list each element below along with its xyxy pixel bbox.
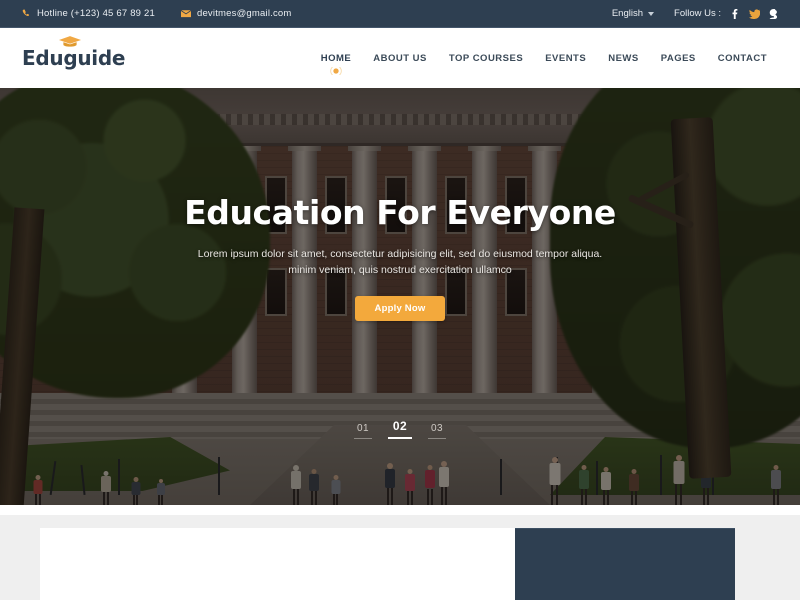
slide-underline-03 (428, 438, 446, 439)
follow-us-group: Follow Us : (674, 8, 778, 19)
follow-us-label: Follow Us : (674, 8, 721, 19)
slide-number-01: 01 (356, 423, 370, 434)
nav-item-contact[interactable]: CONTACT (707, 53, 778, 64)
slide-indicator-02[interactable]: 02 (388, 419, 412, 439)
logo[interactable]: Eduguide (22, 36, 126, 70)
nav-item-top-courses-label: TOP COURSES (448, 52, 524, 64)
nav-item-events[interactable]: EVENTS (534, 53, 597, 64)
nav-item-events-label: EVENTS (545, 52, 587, 64)
hero-content: Education For Everyone Lorem ipsum dolor… (0, 88, 800, 505)
feature-cards-row (0, 515, 800, 600)
top-bar-contact-group: Hotline (+123) 45 67 89 21 devitmes@gmai… (22, 8, 292, 19)
nav-item-home[interactable]: HOME (310, 52, 363, 77)
nav-item-about-us[interactable]: ABOUT US (362, 53, 438, 64)
nav-item-contact-label: CONTACT (717, 52, 767, 64)
active-indicator-icon (330, 64, 343, 77)
language-selector[interactable]: English (611, 8, 655, 19)
slide-number-03: 03 (430, 423, 444, 434)
logo-text: Eduguide (22, 46, 126, 70)
chevron-down-icon (648, 11, 655, 16)
nav-item-news-label: NEWS (608, 52, 639, 64)
language-selected-value: English (611, 8, 644, 19)
site-header: Eduguide HOME ABOUT US TOP COURSES EVENT… (0, 28, 800, 88)
feature-card-light[interactable] (40, 528, 515, 600)
slide-underline-02 (388, 437, 412, 439)
email-text: devitmes@gmail.com (196, 8, 292, 19)
envelope-icon (180, 9, 191, 18)
nav-item-about-us-label: ABOUT US (373, 52, 427, 64)
slide-indicator-03[interactable]: 03 (428, 423, 446, 439)
nav-item-top-courses[interactable]: TOP COURSES (438, 53, 534, 64)
nav-item-home-label: HOME (320, 52, 352, 64)
main-navigation: HOME ABOUT US TOP COURSES EVENTS NEWS PA… (310, 52, 778, 77)
facebook-icon[interactable] (730, 8, 740, 19)
top-bar: Hotline (+123) 45 67 89 21 devitmes@gmai… (0, 0, 800, 28)
hero-slider: Education For Everyone Lorem ipsum dolor… (0, 88, 800, 505)
twitter-icon[interactable] (749, 8, 760, 19)
hero-bottom-strip (0, 505, 800, 515)
slider-pagination: 01 02 03 (354, 419, 446, 439)
slide-number-02: 02 (392, 419, 408, 433)
email-item[interactable]: devitmes@gmail.com (180, 8, 292, 19)
graduation-cap-icon (59, 35, 81, 47)
hotline-text: Hotline (+123) 45 67 89 21 (37, 8, 155, 19)
hero-heading: Education For Everyone (184, 193, 616, 232)
secondary-section (0, 515, 800, 600)
nav-item-news[interactable]: NEWS (597, 53, 650, 64)
slide-underline-01 (354, 438, 372, 439)
hotline-item[interactable]: Hotline (+123) 45 67 89 21 (22, 8, 155, 19)
top-bar-utility-group: English Follow Us : (612, 8, 778, 19)
apply-now-button[interactable]: Apply Now (354, 295, 446, 321)
feature-card-dark[interactable] (515, 528, 735, 600)
hero-paragraph: Lorem ipsum dolor sit amet, consectetur … (197, 248, 603, 277)
phone-icon (22, 9, 31, 18)
nav-item-pages-label: PAGES (660, 52, 696, 64)
nav-item-pages[interactable]: PAGES (650, 53, 707, 64)
google-plus-icon[interactable] (769, 8, 778, 19)
slide-indicator-01[interactable]: 01 (354, 423, 372, 439)
